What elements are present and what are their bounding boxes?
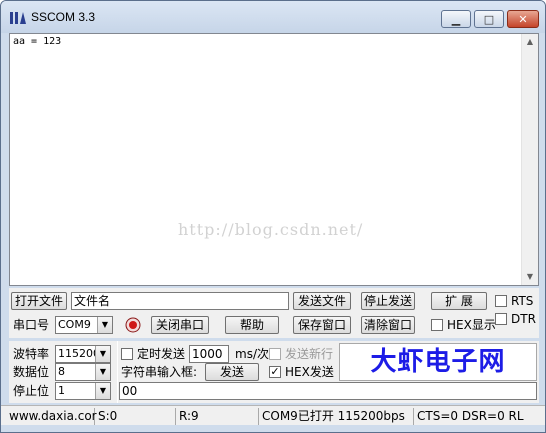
send-newline-label: 发送新行: [285, 347, 334, 361]
app-icon: [10, 12, 26, 24]
close-button[interactable]: ✕: [507, 10, 539, 28]
send-input[interactable]: 00: [119, 382, 537, 400]
stop-send-button[interactable]: 停止发送: [361, 292, 415, 310]
status-received: R:9: [177, 408, 259, 425]
minimize-icon: ▁: [451, 12, 461, 26]
filename-input[interactable]: 文件名: [71, 292, 289, 310]
rts-label: RTS: [511, 294, 534, 308]
baud-select-value: 115200: [58, 347, 100, 360]
input-label: 字符串输入框:: [121, 365, 198, 379]
chevron-down-icon[interactable]: ▼: [97, 317, 112, 333]
open-file-button[interactable]: 打开文件: [11, 292, 67, 310]
timed-send-checkbox[interactable]: [121, 348, 133, 360]
maximize-button[interactable]: □: [474, 10, 504, 28]
port-label: 串口号: [13, 318, 50, 332]
watermark: http://blog.csdn.net/: [178, 220, 364, 239]
clear-window-button[interactable]: 清除窗口: [361, 316, 415, 334]
status-sent: S:0: [96, 408, 176, 425]
send-file-button[interactable]: 发送文件: [293, 292, 351, 310]
scroll-down-icon[interactable]: ▼: [522, 269, 538, 285]
databits-select[interactable]: 8 ▼: [55, 363, 111, 381]
databits-select-value: 8: [58, 365, 65, 378]
port-select[interactable]: COM9 ▼: [55, 316, 113, 334]
close-icon: ✕: [518, 12, 528, 26]
databits-label: 数据位: [13, 365, 50, 379]
send-newline-checkbox[interactable]: [269, 348, 281, 360]
rts-checkbox[interactable]: [495, 295, 507, 307]
chevron-down-icon[interactable]: ▼: [95, 383, 110, 399]
brand-logo: 大虾电子网: [339, 343, 537, 381]
port-select-value: COM9: [58, 318, 91, 331]
timed-send-label: 定时发送: [137, 347, 186, 361]
close-port-button[interactable]: 关闭串口: [151, 316, 209, 334]
receive-area[interactable]: aa = 123 http://blog.csdn.net/ ▲ ▼: [9, 33, 539, 286]
hex-send-checkbox[interactable]: ✓: [269, 366, 281, 378]
receive-scrollbar[interactable]: ▲ ▼: [521, 34, 538, 285]
send-button[interactable]: 发送: [205, 363, 259, 381]
app-window: SSCOM 3.3 ▁ □ ✕ aa = 123 http://blog.csd…: [0, 0, 546, 433]
hex-display-label: HEX显示: [447, 318, 496, 332]
chevron-down-icon[interactable]: ▼: [95, 364, 110, 380]
hex-display-checkbox[interactable]: [431, 319, 443, 331]
window-title: SSCOM 3.3: [31, 10, 96, 24]
receive-text: aa = 123: [13, 36, 62, 47]
expand-button[interactable]: 扩 展: [431, 292, 487, 310]
minimize-button[interactable]: ▁: [441, 10, 471, 28]
interval-input[interactable]: 1000: [189, 345, 229, 363]
file-port-panel: 打开文件 文件名 发送文件 停止发送 扩 展 RTS 串口号 COM9 ▼ 关闭…: [9, 288, 539, 338]
status-website: www.daxia.cor: [9, 408, 97, 425]
status-bar: www.daxia.cor S:0 R:9 COM9已打开 115200bps …: [1, 405, 545, 425]
stopbits-label: 停止位: [13, 384, 50, 398]
stopbits-select[interactable]: 1 ▼: [55, 382, 111, 400]
help-button[interactable]: 帮助: [225, 316, 279, 334]
title-bar[interactable]: SSCOM 3.3 ▁ □ ✕: [1, 1, 545, 33]
save-window-button[interactable]: 保存窗口: [293, 316, 351, 334]
interval-unit: ms/次: [235, 347, 269, 361]
status-lines: CTS=0 DSR=0 RL: [417, 409, 524, 423]
dtr-label: DTR: [511, 312, 536, 326]
port-status-icon: [125, 317, 141, 333]
chevron-down-icon[interactable]: ▼: [95, 346, 110, 362]
baud-select[interactable]: 115200 ▼: [55, 345, 111, 363]
stopbits-select-value: 1: [58, 384, 65, 397]
baud-label: 波特率: [13, 347, 50, 361]
dtr-checkbox[interactable]: [495, 313, 507, 325]
maximize-icon: □: [483, 12, 495, 26]
settings-send-panel: 波特率 115200 ▼ 数据位 8 ▼ 停止位 1 ▼ 定时发送 1000 m…: [9, 341, 539, 403]
status-port: COM9已打开 115200bps: [260, 408, 414, 425]
hex-send-label: HEX发送: [285, 365, 334, 379]
panel-divider: [117, 341, 118, 403]
scroll-up-icon[interactable]: ▲: [522, 34, 538, 50]
